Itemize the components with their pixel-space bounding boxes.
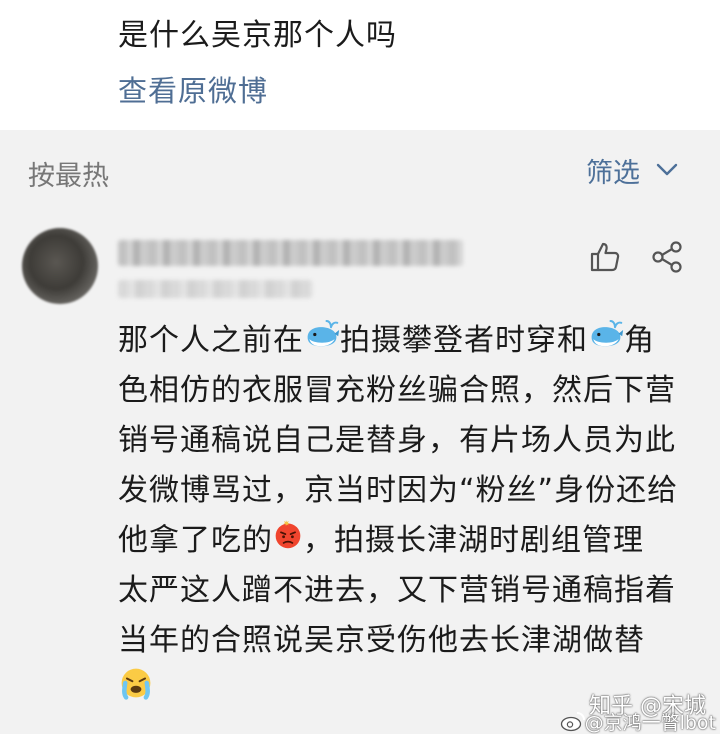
whale-emoji-icon xyxy=(304,316,340,366)
post-text: 是什么吴京那个人吗 xyxy=(118,18,397,53)
comment-text-segment: 那个人之前在 xyxy=(118,323,304,358)
comment-line: 他拿了吃的 ，拍摄长津湖时剧组管理 xyxy=(118,516,703,566)
comment-line: 太严这人蹭不进去，又下营销号通稿指着 xyxy=(118,566,703,616)
comment-line: 销号通稿说自己是替身，有片场人员为此 xyxy=(118,416,703,466)
thumbs-up-icon[interactable] xyxy=(588,240,622,274)
comment-text-segment: 太严这人蹭不进去，又下营销号通稿指着 xyxy=(118,573,676,608)
sort-by-hot-label[interactable]: 按最热 xyxy=(28,154,109,193)
whale-emoji-icon xyxy=(588,316,624,366)
avatar[interactable] xyxy=(22,228,98,304)
watermark: 知乎 @宋城 @京鸿一瞥lbot xyxy=(560,688,720,734)
comment-text-segment: 拍摄攀登者时穿和 xyxy=(340,323,588,358)
comment-text-segment: 角 xyxy=(624,323,655,358)
filter-button[interactable]: 筛选 xyxy=(586,152,680,189)
comment-text-segment: 当年的合照说吴京受伤他去长津湖做替 xyxy=(118,623,645,658)
weibo-logo-icon xyxy=(560,712,585,732)
comment-text: 那个人之前在 拍摄攀登者时穿和 角色相仿的衣服冒充粉丝骗合照，然后下营 销号通稿说自己… xyxy=(118,316,703,716)
chevron-down-icon xyxy=(656,163,678,176)
comment-text-segment: 色相仿的衣服冒充粉丝骗合照，然后下营 xyxy=(118,373,676,408)
comment-text-segment: 销号通稿说自己是替身，有片场人员为此 xyxy=(118,423,676,458)
share-icon[interactable] xyxy=(650,240,684,274)
comment-line: 当年的合照说吴京受伤他去长津湖做替 xyxy=(118,616,703,666)
view-original-weibo-link[interactable]: 查看原微博 xyxy=(118,68,268,110)
blurred-comment-meta xyxy=(118,280,313,298)
comment-line: 那个人之前在 拍摄攀登者时穿和 角 xyxy=(118,316,703,366)
crying-emoji-icon xyxy=(118,665,154,717)
post-card: 是什么吴京那个人吗 查看原微博 xyxy=(0,0,720,130)
angry-emoji-icon xyxy=(273,516,303,566)
comment-text-segment: 他拿了吃的 xyxy=(118,523,273,558)
comment-text-segment: ，拍摄长津湖时剧组管理 xyxy=(303,523,644,558)
weibo-watermark: @京鸿一瞥lbot xyxy=(584,712,716,734)
blurred-username xyxy=(118,240,463,266)
comment-line: 色相仿的衣服冒充粉丝骗合照，然后下营 xyxy=(118,366,703,416)
comment-text-segment: 发微博骂过，京当时因为“粉丝”身份还给 xyxy=(118,473,679,508)
comment-line: 发微博骂过，京当时因为“粉丝”身份还给 xyxy=(118,466,703,516)
filter-label: 筛选 xyxy=(586,157,640,189)
